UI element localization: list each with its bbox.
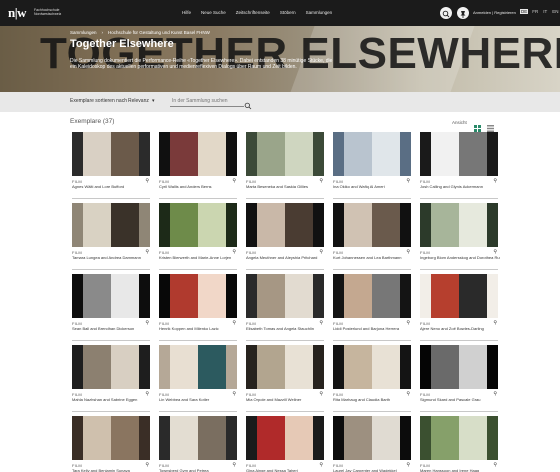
video-thumbnail[interactable] bbox=[333, 345, 411, 389]
card-title[interactable]: Angela Meuthner and Aleyshia Pritchard bbox=[246, 255, 326, 260]
card-title[interactable]: Kristen Bierwerth and Marie-Anne Lorjen bbox=[159, 255, 239, 260]
collection-card[interactable]: ⚲ FILM Tara Kelly and Benjamin Sunaya bbox=[72, 416, 150, 472]
row-divider bbox=[72, 198, 150, 199]
video-thumbnail[interactable] bbox=[333, 274, 411, 318]
video-thumbnail[interactable] bbox=[420, 274, 498, 318]
video-thumbnail[interactable] bbox=[72, 274, 150, 318]
collection-card[interactable]: ⚲ FILM Ajere Neno and Zoë Bowles-Darling bbox=[420, 274, 498, 338]
collection-card[interactable]: ⚲ FILM Liddi Posterlund and Barjona Herrer… bbox=[333, 274, 411, 338]
row-divider bbox=[333, 269, 411, 270]
collection-card[interactable]: ⚲ FILM Angela Meuthner and Aleyshia Pritch… bbox=[246, 203, 324, 267]
card-title[interactable]: Mahla Nazhshan and Sabrine Eggen bbox=[72, 397, 152, 402]
row-divider bbox=[159, 198, 237, 199]
video-thumbnail[interactable] bbox=[159, 345, 237, 389]
row-divider bbox=[72, 269, 150, 270]
video-thumbnail[interactable] bbox=[159, 132, 237, 176]
card-title[interactable]: Rita Marhaug and Claudia Barth bbox=[333, 397, 413, 402]
row-divider bbox=[246, 269, 324, 270]
card-title[interactable]: Agnes Wälti and Lore Bufford bbox=[72, 184, 152, 189]
card-title[interactable]: Elisabeth Tomas and Angela Stauchlin bbox=[246, 326, 326, 331]
video-thumbnail[interactable] bbox=[246, 345, 324, 389]
video-thumbnail[interactable] bbox=[159, 203, 237, 247]
collection-card[interactable]: ⚲ FILM Gina Ainge and Nessa Taheri bbox=[246, 416, 324, 472]
video-thumbnail[interactable] bbox=[72, 416, 150, 460]
video-thumbnail[interactable] bbox=[420, 132, 498, 176]
row-divider bbox=[159, 269, 237, 270]
card-title[interactable]: Tara Kelly and Benjamin Sunaya bbox=[72, 468, 152, 472]
card-title[interactable]: Josh Calling and Glynis Ackermann bbox=[420, 184, 500, 189]
video-thumbnail[interactable] bbox=[420, 416, 498, 460]
video-thumbnail[interactable] bbox=[159, 416, 237, 460]
row-divider bbox=[246, 340, 324, 341]
card-title[interactable]: Henrik Koppen and Milenko Lazic bbox=[159, 326, 239, 331]
card-title[interactable]: Tamara Lungea and Andrea Dammann bbox=[72, 255, 152, 260]
card-title[interactable]: Liddi Posterlund and Barjona Herrera bbox=[333, 326, 413, 331]
collection-card[interactable]: ⚲ FILM Henrik Koppen and Milenko Lazic bbox=[159, 274, 237, 338]
collection-card[interactable]: ⚲ FILM Kurt Johannessen and Lea Barthmann bbox=[333, 203, 411, 267]
video-thumbnail[interactable] bbox=[333, 203, 411, 247]
row-divider bbox=[72, 411, 150, 412]
video-thumbnail[interactable] bbox=[420, 345, 498, 389]
video-thumbnail[interactable] bbox=[159, 274, 237, 318]
card-title[interactable]: Townsberd Gym and Petrea bbox=[159, 468, 239, 472]
card-title[interactable]: Lin Webbea and Sara Kotler bbox=[159, 397, 239, 402]
collection-card[interactable]: ⚲ FILM Cyril Wallis and Anders Berns bbox=[159, 132, 237, 196]
row-divider bbox=[333, 198, 411, 199]
video-thumbnail[interactable] bbox=[72, 203, 150, 247]
collection-card[interactable]: ⚲ FILM Tamara Lungea and Andrea Dammann bbox=[72, 203, 150, 267]
row-divider bbox=[420, 340, 498, 341]
row-divider bbox=[246, 198, 324, 199]
collection-card[interactable]: ⚲ FILM Ingeborg Blom Andersskog and Doroth… bbox=[420, 203, 500, 267]
video-thumbnail[interactable] bbox=[246, 203, 324, 247]
video-thumbnail[interactable] bbox=[420, 203, 498, 247]
card-title[interactable]: Ina Okiko and Wafiq Al Ameri bbox=[333, 184, 413, 189]
row-divider bbox=[159, 411, 237, 412]
card-title[interactable]: Maren Hanssoon and Irene Haag bbox=[420, 468, 500, 472]
card-title[interactable]: Mia Orpole and Mazzill Wellner bbox=[246, 397, 326, 402]
video-thumbnail[interactable] bbox=[246, 416, 324, 460]
collection-card[interactable]: ⚲ FILM Marta Beseneka and Saskia Gillies bbox=[246, 132, 324, 196]
row-divider bbox=[246, 411, 324, 412]
row-divider bbox=[333, 411, 411, 412]
row-divider bbox=[72, 340, 150, 341]
card-title[interactable]: Kurt Johannessen and Lea Barthmann bbox=[333, 255, 413, 260]
collection-card[interactable]: ⚲ FILM Agnes Wälti and Lore Bufford bbox=[72, 132, 150, 196]
card-title[interactable]: Laurel Jay Carpenter and Wadekkel bbox=[333, 468, 413, 472]
row-divider bbox=[420, 269, 498, 270]
video-thumbnail[interactable] bbox=[72, 345, 150, 389]
collection-card[interactable]: ⚲ FILM Mia Orpole and Mazzill Wellner bbox=[246, 345, 324, 409]
collection-card[interactable]: ⚲ FILM Townsberd Gym and Petrea bbox=[159, 416, 237, 472]
card-title[interactable]: Marta Beseneka and Saskia Gillies bbox=[246, 184, 326, 189]
card-grid: ⚲ FILM Agnes Wälti and Lore Bufford ⚲ FILM Cy… bbox=[0, 0, 560, 472]
row-divider bbox=[420, 411, 498, 412]
card-title[interactable]: Sigmund Skard and Pascale Grau bbox=[420, 397, 500, 402]
collection-card[interactable]: ⚲ FILM Rita Marhaug and Claudia Barth bbox=[333, 345, 411, 409]
video-thumbnail[interactable] bbox=[72, 132, 150, 176]
collection-card[interactable]: ⚲ FILM Maren Hanssoon and Irene Haag bbox=[420, 416, 498, 472]
card-title[interactable]: Ajere Neno and Zoë Bowles-Darling bbox=[420, 326, 500, 331]
row-divider bbox=[420, 198, 498, 199]
collection-card[interactable]: ⚲ FILM Josh Calling and Glynis Ackermann bbox=[420, 132, 498, 196]
collection-card[interactable]: ⚲ FILM Laurel Jay Carpenter and Wadekkel bbox=[333, 416, 411, 472]
card-title[interactable]: Cyril Wallis and Anders Berns bbox=[159, 184, 239, 189]
card-title[interactable]: Sean Ball and Brendhan Dickerson bbox=[72, 326, 152, 331]
row-divider bbox=[333, 340, 411, 341]
collection-card[interactable]: ⚲ FILM Mahla Nazhshan and Sabrine Eggen bbox=[72, 345, 150, 409]
collection-card[interactable]: ⚲ FILM Sean Ball and Brendhan Dickerson bbox=[72, 274, 150, 338]
collection-card[interactable]: ⚲ FILM Kristen Bierwerth and Marie-Anne Lo… bbox=[159, 203, 237, 267]
collection-card[interactable]: ⚲ FILM Sigmund Skard and Pascale Grau bbox=[420, 345, 498, 409]
video-thumbnail[interactable] bbox=[333, 416, 411, 460]
collection-card[interactable]: ⚲ FILM Ina Okiko and Wafiq Al Ameri bbox=[333, 132, 411, 196]
card-title[interactable]: Ingeborg Blom Andersskog and Dorothea Ru… bbox=[420, 255, 500, 260]
video-thumbnail[interactable] bbox=[246, 132, 324, 176]
collection-card[interactable]: ⚲ FILM Elisabeth Tomas and Angela Stauchli… bbox=[246, 274, 324, 338]
row-divider bbox=[159, 340, 237, 341]
video-thumbnail[interactable] bbox=[246, 274, 324, 318]
card-title[interactable]: Gina Ainge and Nessa Taheri bbox=[246, 468, 326, 472]
video-thumbnail[interactable] bbox=[333, 132, 411, 176]
collection-card[interactable]: ⚲ FILM Lin Webbea and Sara Kotler bbox=[159, 345, 237, 409]
